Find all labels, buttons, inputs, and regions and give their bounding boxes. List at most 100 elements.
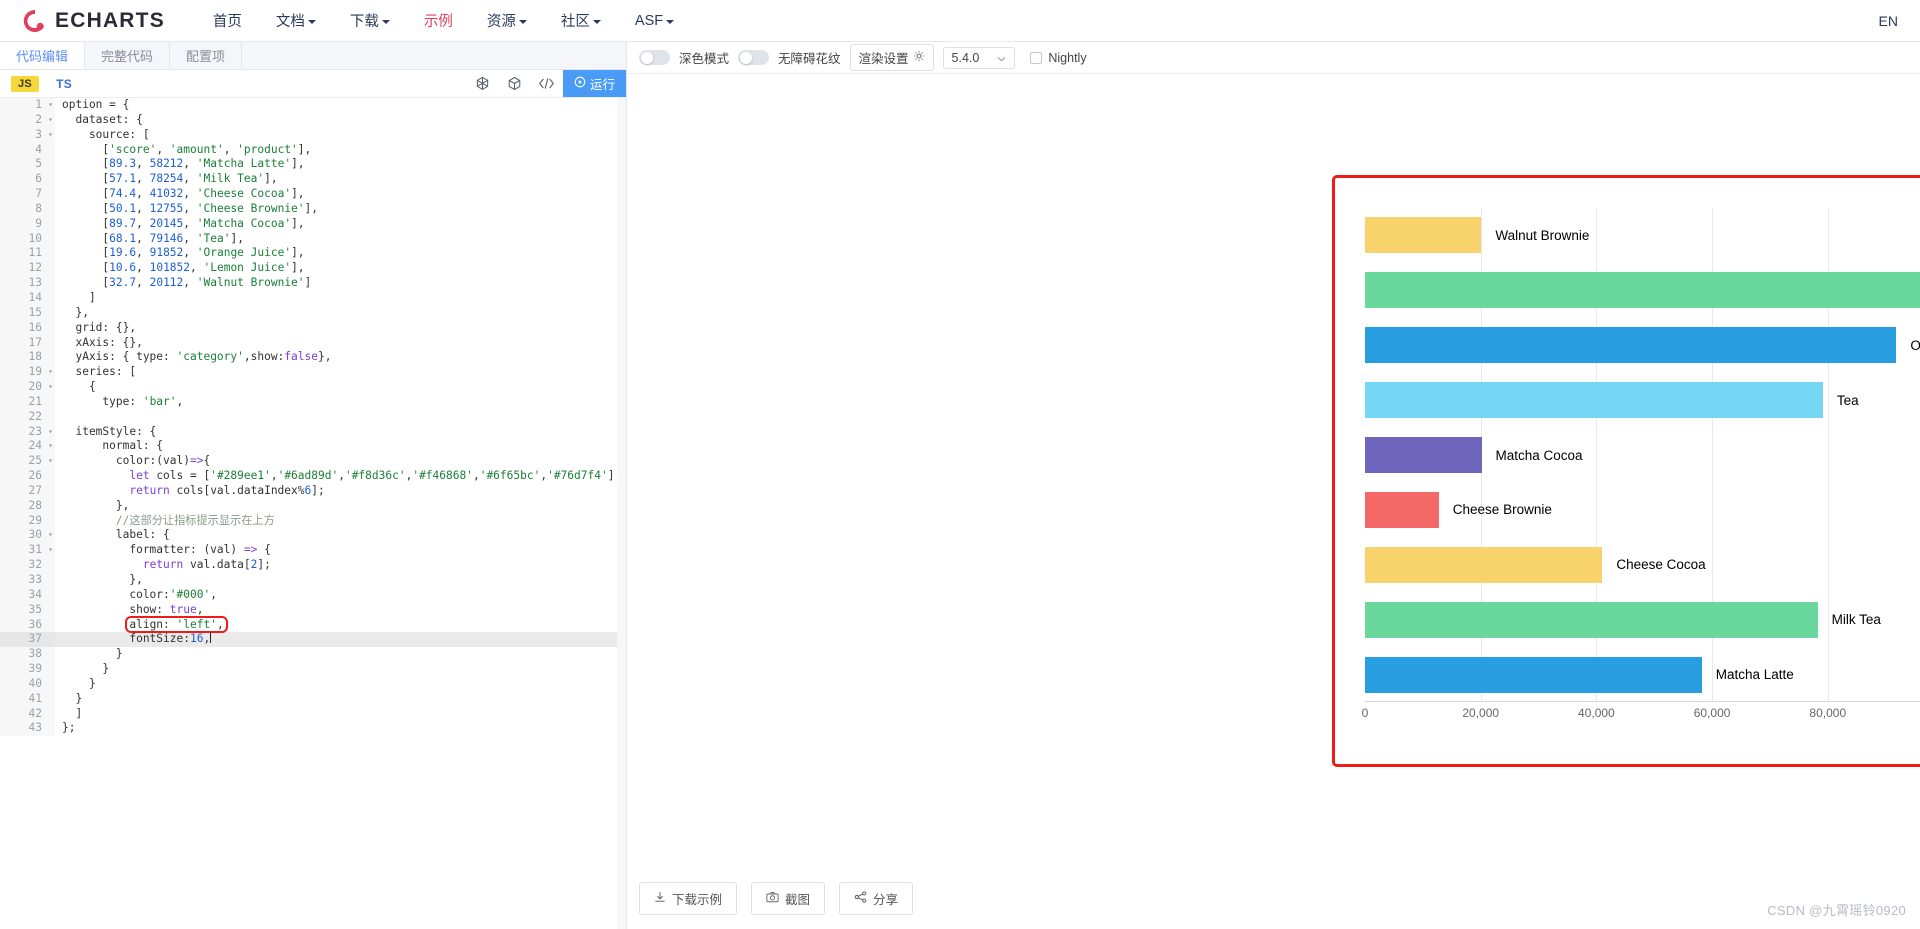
code-line[interactable]: 14 ] xyxy=(0,290,626,306)
code-line[interactable]: 8 [50.1, 12755, 'Cheese Brownie'], xyxy=(0,201,626,217)
fold-toggle-icon[interactable]: ▾ xyxy=(46,424,55,440)
cube-icon[interactable] xyxy=(499,70,531,97)
version-select[interactable]: 5.4.0 xyxy=(942,46,1016,69)
code-line[interactable]: 15 }, xyxy=(0,305,626,321)
code-line[interactable]: 29 //这部分让指标提示显示在上方 xyxy=(0,513,626,529)
nightly-option[interactable]: Nightly xyxy=(1030,51,1087,65)
line-number: 11 xyxy=(0,246,46,262)
fold-toggle-icon xyxy=(46,573,55,588)
code-text: }, xyxy=(62,305,89,319)
code-line[interactable]: 34 color:'#000', xyxy=(0,587,626,603)
nav-item-docs[interactable]: 文档 xyxy=(276,0,316,42)
code-line[interactable]: 43}; xyxy=(0,721,626,737)
code-line[interactable]: 41 } xyxy=(0,691,626,707)
code-line[interactable]: 11 [19.6, 91852, 'Orange Juice'], xyxy=(0,246,626,262)
code-line[interactable]: 9 [89.7, 20145, 'Matcha Cocoa'], xyxy=(0,216,626,232)
nav-item-community[interactable]: 社区 xyxy=(561,0,601,42)
fold-toggle-icon[interactable]: ▾ xyxy=(46,365,55,381)
code-line[interactable]: 37 fontSize:16, xyxy=(0,632,626,648)
fold-toggle-icon xyxy=(46,305,55,321)
language-switch[interactable]: EN xyxy=(1879,13,1898,29)
code-line[interactable]: 33 }, xyxy=(0,573,626,588)
lang-ts-button[interactable]: TS xyxy=(56,77,72,91)
code-line[interactable]: 17 xAxis: {}, xyxy=(0,335,626,351)
run-button[interactable]: 运行 xyxy=(562,70,626,97)
code-line[interactable]: 1 ▾ option = { xyxy=(0,98,626,113)
code-line[interactable]: 39 } xyxy=(0,662,626,677)
code-editor[interactable]: 1 ▾ option = {2 ▾ dataset: {3 ▾ source: [4 [… xyxy=(0,98,626,929)
fold-toggle-icon[interactable]: ▾ xyxy=(46,112,55,128)
code-text: itemStyle: { xyxy=(62,424,157,438)
code-line[interactable]: 5 [89.3, 58212, 'Matcha Latte'], xyxy=(0,157,626,173)
code-line[interactable]: 32 return val.data[2]; xyxy=(0,558,626,573)
editor-scrollbar[interactable] xyxy=(617,98,626,929)
code-line[interactable]: 25 ▾ color:(val)=>{ xyxy=(0,454,626,470)
code-editor-pane: 代码编辑 完整代码 配置项 JS TS 运行 1 ▾ option = {2 … xyxy=(0,42,627,929)
fold-toggle-icon xyxy=(46,409,55,425)
code-line[interactable]: 30 ▾ label: { xyxy=(0,528,626,544)
gear-icon xyxy=(913,50,925,65)
share-button[interactable]: 分享 xyxy=(839,882,914,915)
code-line[interactable]: 3 ▾ source: [ xyxy=(0,127,626,143)
share-icon xyxy=(854,891,867,906)
code-text: normal: { xyxy=(62,439,164,453)
code-line[interactable]: 22 xyxy=(0,409,626,425)
code-brackets-icon[interactable] xyxy=(531,70,563,97)
fold-toggle-icon[interactable]: ▾ xyxy=(46,98,55,113)
dark-mode-toggle[interactable] xyxy=(639,50,670,65)
fold-toggle-icon[interactable]: ▾ xyxy=(46,454,55,470)
code-line[interactable]: 7 [74.4, 41032, 'Cheese Cocoa'], xyxy=(0,187,626,202)
chevron-down-icon xyxy=(518,19,527,24)
tab-code-edit[interactable]: 代码编辑 xyxy=(0,42,86,69)
code-line[interactable]: 28 }, xyxy=(0,498,626,514)
download-example-button[interactable]: 下载示例 xyxy=(639,882,738,915)
code-line[interactable]: 36 align: 'left', xyxy=(0,615,626,633)
code-text: [50.1, 12755, 'Cheese Brownie'], xyxy=(62,201,319,215)
code-line[interactable]: 10 [68.1, 79146, 'Tea'], xyxy=(0,231,626,247)
fold-toggle-icon[interactable]: ▾ xyxy=(46,380,55,395)
code-line[interactable]: 24 ▾ normal: { xyxy=(0,439,626,455)
nav-item-asf[interactable]: ASF xyxy=(635,2,675,40)
code-line[interactable]: 26 let cols = ['#289ee1','#6ad89d','#f8d… xyxy=(0,469,626,484)
code-line[interactable]: 12 [10.6, 101852, 'Lemon Juice'], xyxy=(0,261,626,277)
nav-item-download[interactable]: 下载 xyxy=(350,0,390,42)
fold-toggle-icon[interactable]: ▾ xyxy=(46,127,55,143)
code-line[interactable]: 19 ▾ series: [ xyxy=(0,365,626,381)
code-line[interactable]: 4 ['score', 'amount', 'product'], xyxy=(0,142,626,158)
screenshot-button[interactable]: 截图 xyxy=(751,882,826,915)
code-line[interactable]: 21 type: 'bar', xyxy=(0,394,626,410)
code-line[interactable]: 18 yAxis: { type: 'category',show:false}… xyxy=(0,350,626,366)
code-line[interactable]: 40 } xyxy=(0,676,626,692)
nightly-checkbox[interactable] xyxy=(1030,51,1043,64)
code-line[interactable]: 16 grid: {}, xyxy=(0,320,626,336)
code-rows[interactable]: 1 ▾ option = {2 ▾ dataset: {3 ▾ source: [4 [… xyxy=(0,98,626,737)
fold-toggle-icon[interactable]: ▾ xyxy=(46,528,55,544)
nav-item-examples[interactable]: 示例 xyxy=(424,0,453,42)
echarts-logo[interactable]: ECHARTS xyxy=(22,8,165,34)
code-line[interactable]: 23 ▾ itemStyle: { xyxy=(0,424,626,440)
render-settings-button[interactable]: 渲染设置 xyxy=(849,44,934,71)
code-line[interactable]: 31 ▾ formatter: (val) => { xyxy=(0,543,626,559)
code-line[interactable]: 6 [57.1, 78254, 'Milk Tea'], xyxy=(0,172,626,188)
nav-item-home[interactable]: 首页 xyxy=(213,0,242,42)
code-line[interactable]: 27 return cols[val.dataIndex%6]; xyxy=(0,483,626,499)
code-line[interactable]: 20 ▾ { xyxy=(0,380,626,395)
code-line[interactable]: 13 [32.7, 20112, 'Walnut Brownie'] xyxy=(0,276,626,291)
code-line[interactable]: 2 ▾ dataset: { xyxy=(0,112,626,128)
line-number: 8 xyxy=(0,201,46,217)
code-line[interactable]: 38 } xyxy=(0,647,626,663)
lang-js-button[interactable]: JS xyxy=(11,75,40,92)
tab-full-code[interactable]: 完整代码 xyxy=(85,42,171,69)
line-number: 29 xyxy=(0,513,46,529)
code-text: [89.3, 58212, 'Matcha Latte'], xyxy=(62,157,305,171)
fold-toggle-icon[interactable]: ▾ xyxy=(46,543,55,559)
fold-toggle-icon[interactable]: ▾ xyxy=(46,439,55,455)
code-line[interactable]: 42 ] xyxy=(0,706,626,722)
tab-options[interactable]: 配置项 xyxy=(170,42,243,69)
accessible-pattern-toggle[interactable] xyxy=(738,50,770,65)
nav-item-label: 下载 xyxy=(349,14,379,30)
nav-item-resources[interactable]: 资源 xyxy=(487,0,527,42)
fold-toggle-icon xyxy=(46,276,55,291)
magic-wand-icon[interactable] xyxy=(467,70,499,97)
code-line[interactable]: 35 show: true, xyxy=(0,602,626,618)
